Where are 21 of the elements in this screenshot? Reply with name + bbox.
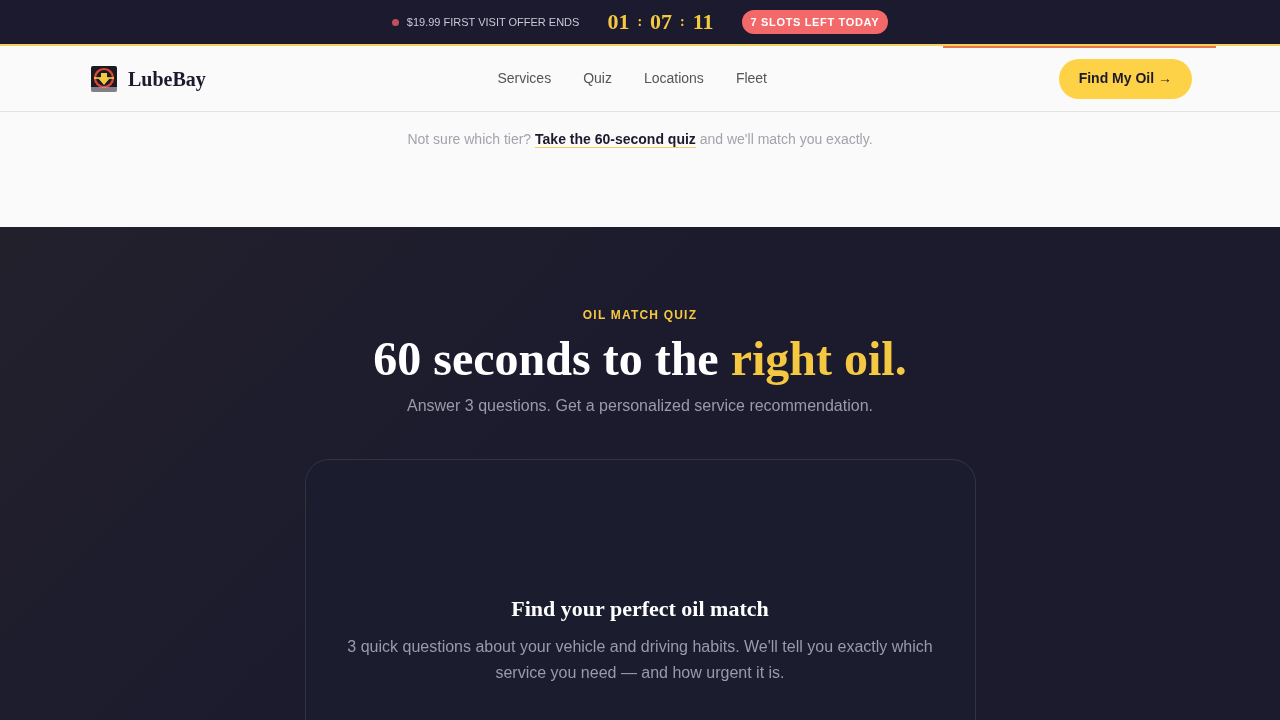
quiz-link[interactable]: Take the 60-second quiz — [535, 131, 696, 148]
nav-link[interactable]: Services — [497, 68, 552, 89]
nav-link[interactable]: Quiz — [583, 68, 612, 89]
brand-name: LubeBay — [128, 66, 206, 93]
eyebrow-label: OIL MATCH QUIZ — [582, 307, 698, 323]
card-title: Find your perfect oil match — [511, 595, 769, 623]
slots-left-badge: 7 SLOTS LEFT TODAY — [741, 10, 889, 34]
countdown-digits: 11 — [692, 11, 714, 33]
find-my-oil-button[interactable]: Find My Oil → — [1058, 58, 1192, 99]
offer-text: $19.99 FIRST VISIT OFFER ENDS — [406, 14, 580, 30]
quiz-subheading: Answer 3 questions. Get a personalized service recommendation. — [407, 396, 873, 416]
nav-link[interactable]: Locations — [643, 68, 704, 89]
quiz-heading: 60 seconds to the right oil. — [373, 331, 907, 387]
quiz-prompt-text: Not sure which tier? Take the 60-second quiz and we'll match you exactly. — [407, 130, 873, 147]
card-description: 3 quick questions about your vehicle and driving habits. We'll tell you exactly which service you need — and how urgent it is. — [346, 637, 934, 683]
countdown-separator: : — [680, 15, 685, 29]
logo-icon — [91, 65, 117, 92]
nav-link[interactable]: Fleet — [735, 68, 767, 89]
countdown-digits: 01 — [607, 11, 630, 33]
countdown-digits: 07 — [650, 11, 673, 33]
countdown-separator: : — [637, 15, 643, 29]
